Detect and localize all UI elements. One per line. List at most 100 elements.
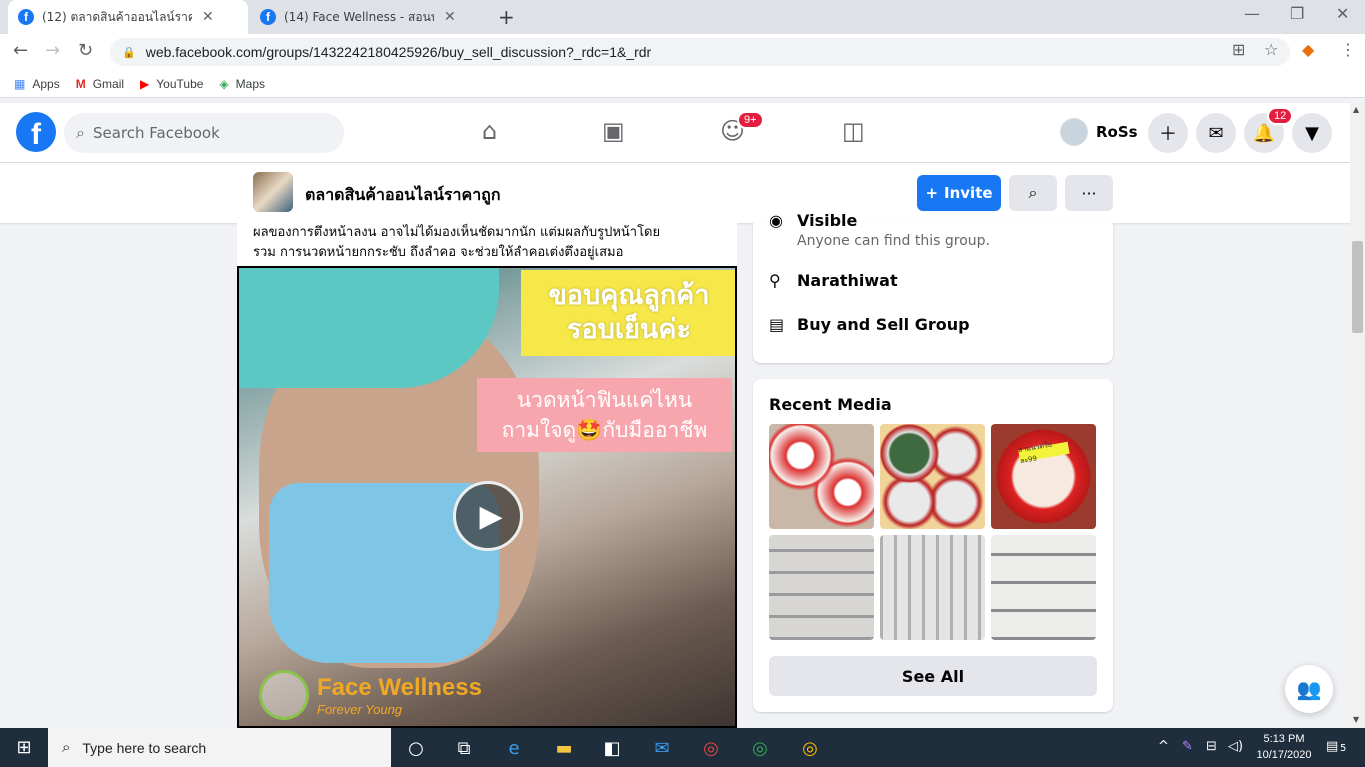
visible-title: Visible [797, 211, 858, 230]
group-search-button[interactable]: ⌕ [1009, 175, 1057, 211]
scrollbar-thumb[interactable] [1352, 241, 1363, 333]
group-name[interactable]: ตลาดสินค้าออนไลน์ราคาถูก [305, 183, 501, 208]
mail-icon[interactable]: ✉ [648, 735, 676, 761]
about-visible: ◉ Visible [769, 211, 857, 230]
caption-line: ถามใจดู🤩กับมืออาชีพ [501, 418, 708, 442]
tray-up-arrow-icon[interactable]: ^ [1158, 739, 1169, 754]
media-thumbnail[interactable] [769, 424, 874, 529]
about-location: ⚲ Narathiwat [769, 271, 898, 290]
notifications-badge: 12 [1267, 107, 1294, 125]
media-thumbnail[interactable] [991, 535, 1096, 640]
clock-time: 5:13 PM [1263, 733, 1305, 745]
invite-button[interactable]: + Invite [917, 175, 1001, 211]
volume-icon[interactable]: ◁) [1228, 739, 1243, 754]
forward-icon[interactable]: → [45, 40, 60, 61]
group-more-button[interactable]: ··· [1065, 175, 1113, 211]
extension-icon[interactable]: ◆ [1302, 40, 1314, 59]
new-chat-button[interactable]: 👥 [1285, 665, 1333, 713]
bookmark-gmail[interactable]: M Gmail [76, 77, 124, 91]
task-view-icon[interactable]: ⧉ [450, 735, 478, 761]
back-icon[interactable]: ← [13, 40, 28, 61]
gaming-icon[interactable]: ◫ [842, 117, 865, 145]
profile-link[interactable]: RoSs [1060, 118, 1138, 146]
post-text: ผลของการตึงหน้าลงน อาจไม่ได้มองเห็นชัดมา… [253, 223, 723, 263]
tab-title: (12) ตลาดสินค้าออนไลน์ราคาถูก | Fac [42, 9, 192, 24]
shop-icon: ▤ [769, 315, 785, 334]
brand-name: Face Wellness [317, 673, 482, 701]
caption-line: รอบเย็นค่ะ [567, 314, 691, 345]
chrome-menu-icon[interactable]: ⋮ [1340, 40, 1356, 59]
media-thumbnail[interactable] [769, 535, 874, 640]
bookmark-apps[interactable]: ▦ Apps [14, 77, 60, 91]
media-thumbnail[interactable]: สามนวดใบละ99 [991, 424, 1096, 529]
profile-name: RoSs [1096, 123, 1138, 141]
media-thumbnail[interactable] [880, 535, 985, 640]
chrome-icon[interactable]: ◎ [796, 735, 824, 761]
chrome-icon[interactable]: ◎ [697, 735, 725, 761]
url-text: web.facebook.com/groups/1432242180425926… [145, 44, 652, 60]
minimize-icon[interactable]: — [1244, 4, 1260, 23]
tab-close-icon[interactable]: ✕ [444, 9, 456, 25]
facebook-search-input[interactable]: ⌕ Search Facebook [64, 113, 344, 153]
see-all-button[interactable]: See All [769, 656, 1097, 696]
bookmark-star-icon[interactable]: ☆ [1264, 40, 1278, 59]
avatar [1060, 118, 1088, 146]
new-tab-icon[interactable]: + [498, 5, 515, 29]
search-icon: ⌕ [1028, 183, 1038, 202]
tab-title: (14) Face Wellness - สอนนวดหน้าด้ [284, 9, 434, 24]
messenger-icon: ✉ [1208, 122, 1224, 144]
leaf-logo-icon [259, 670, 309, 720]
taskbar-search-input[interactable]: ⌕ Type here to search [48, 728, 391, 767]
scroll-down-icon[interactable]: ▼ [1353, 715, 1359, 724]
account-menu-button[interactable]: ▼ [1292, 113, 1332, 153]
facebook-logo-icon[interactable]: f [16, 112, 56, 152]
home-icon[interactable]: ⌂ [482, 117, 497, 145]
create-button[interactable]: ＋ [1148, 113, 1188, 153]
group-thumbnail[interactable] [253, 172, 293, 212]
bookmark-maps[interactable]: ◈ Maps [219, 77, 265, 91]
action-center-icon[interactable]: ▤ [1326, 739, 1338, 754]
watch-icon[interactable]: ▣ [602, 117, 625, 145]
file-explorer-icon[interactable]: ▬ [550, 735, 578, 761]
tab-close-icon[interactable]: ✕ [202, 9, 214, 25]
bell-icon: 🔔 [1252, 122, 1276, 144]
bookmark-youtube[interactable]: ▶ YouTube [140, 77, 203, 91]
edge-icon[interactable]: e [500, 735, 528, 761]
video-caption-yellow: ขอบคุณลูกค้า รอบเย็นค่ะ [521, 270, 735, 356]
bookmark-label: YouTube [156, 76, 204, 91]
caption-line: ขอบคุณลูกค้า [548, 280, 710, 311]
lock-icon: 🔒 [122, 46, 136, 59]
store-icon[interactable]: ◧ [598, 735, 626, 761]
plus-icon: ＋ [1159, 124, 1177, 145]
chrome-icon[interactable]: ◎ [746, 735, 774, 761]
browser-tab-active[interactable]: f (12) ตลาดสินค้าออนไลน์ราคาถูก | Fac ✕ [8, 0, 248, 34]
invite-label: Invite [944, 184, 993, 202]
play-button[interactable]: ▶ [453, 481, 523, 551]
page-scrollbar[interactable]: ▲ ▼ [1350, 103, 1365, 728]
facebook-header: f ⌕ Search Facebook ⌂ ▣ ☺ 9+ ◫ RoSs ＋ ✉ … [0, 103, 1350, 162]
gmail-icon: M [75, 76, 86, 91]
restore-icon[interactable]: ❐ [1290, 4, 1304, 23]
taskbar-clock[interactable]: 5:13 PM 10/17/2020 [1252, 731, 1316, 763]
messenger-button[interactable]: ✉ [1196, 113, 1236, 153]
browser-tab[interactable]: f (14) Face Wellness - สอนนวดหน้าด้ ✕ [250, 0, 490, 34]
brand-tagline: Forever Young [317, 701, 403, 717]
network-icon[interactable]: ⊟ [1206, 739, 1217, 754]
maps-icon: ◈ [219, 76, 229, 91]
eye-icon: ◉ [769, 211, 783, 230]
reload-icon[interactable]: ↻ [78, 40, 93, 61]
post-video[interactable]: ขอบคุณลูกค้า รอบเย็นค่ะ นวดหน้าฟินแค่ไหน… [237, 266, 737, 728]
windows-start-icon[interactable]: ⊞ [0, 728, 48, 767]
cortana-icon[interactable]: ○ [402, 735, 430, 761]
thumbnail-label: สามนวดใบละ99 [1018, 441, 1070, 465]
translate-icon[interactable]: ⊞ [1232, 40, 1245, 59]
media-thumbnail[interactable] [880, 424, 985, 529]
apps-grid-icon: ▦ [14, 76, 26, 91]
address-bar[interactable]: 🔒 web.facebook.com/groups/14322421804259… [110, 38, 1290, 66]
groups-badge: 9+ [737, 111, 764, 129]
bookmark-label: Apps [32, 76, 60, 91]
tray-pen-icon[interactable]: ✎ [1182, 739, 1193, 754]
scroll-up-icon[interactable]: ▲ [1353, 105, 1359, 114]
visible-description: Anyone can find this group. [797, 233, 990, 249]
window-close-icon[interactable]: ✕ [1336, 4, 1349, 23]
